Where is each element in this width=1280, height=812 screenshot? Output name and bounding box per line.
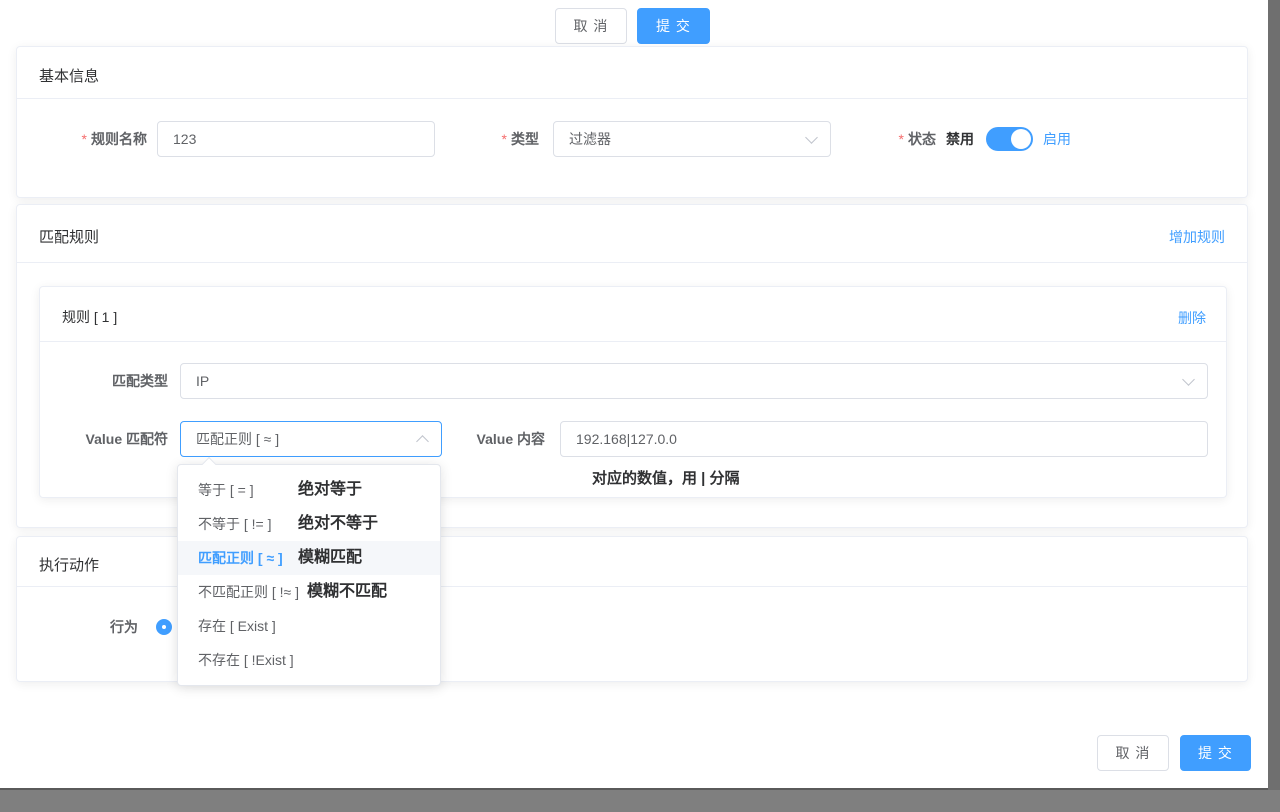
dropdown-option-3[interactable]: 不匹配正则 [ !≈ ] 模糊不匹配 bbox=[178, 575, 440, 609]
value-content-label: Value 内容 bbox=[420, 421, 545, 457]
status-on-label: 启用 bbox=[1043, 127, 1071, 151]
bottom-cancel-button[interactable]: 取 消 bbox=[1097, 735, 1169, 771]
action-title: 执行动作 bbox=[39, 554, 99, 575]
rule-name-label: *规则名称 bbox=[17, 121, 147, 157]
rule-name-input[interactable] bbox=[157, 121, 435, 157]
match-type-select[interactable]: IP bbox=[180, 363, 1208, 399]
dropdown-option-desc: 绝对不等于 bbox=[298, 507, 378, 541]
type-label: *类型 bbox=[459, 121, 539, 157]
dropdown-option-label: 存在 [ Exist ] bbox=[198, 609, 290, 643]
chevron-down-icon bbox=[805, 131, 818, 144]
dropdown-option-label: 不等于 [ != ] bbox=[198, 507, 290, 541]
add-rule-link[interactable]: 增加规则 bbox=[1169, 227, 1225, 247]
dropdown-option-desc: 模糊匹配 bbox=[298, 541, 362, 575]
type-select-value: 过滤器 bbox=[569, 122, 611, 156]
dropdown-option-5[interactable]: 不存在 [ !Exist ] bbox=[178, 643, 440, 677]
dropdown-option-label: 匹配正则 [ ≈ ] bbox=[198, 541, 290, 575]
type-select[interactable]: 过滤器 bbox=[553, 121, 831, 157]
match-type-label: 匹配类型 bbox=[40, 363, 168, 399]
required-asterisk: * bbox=[82, 131, 87, 147]
status-label: *状态 bbox=[856, 121, 936, 157]
value-matcher-select[interactable]: 匹配正则 [ ≈ ] bbox=[180, 421, 442, 457]
value-content-hint: 对应的数值，用 | 分隔 bbox=[592, 467, 740, 488]
dropdown-option-0[interactable]: 等于 [ = ] 绝对等于 bbox=[178, 473, 440, 507]
value-content-input[interactable] bbox=[560, 421, 1208, 457]
match-rules-title: 匹配规则 bbox=[39, 226, 99, 247]
chevron-down-icon bbox=[1182, 373, 1195, 386]
form-page: 取 消 提 交 基本信息 *规则名称 *类型 过滤器 *状态 禁用 启用 bbox=[0, 0, 1268, 790]
basic-info-title: 基本信息 bbox=[39, 65, 99, 86]
required-asterisk: * bbox=[899, 131, 904, 147]
vertical-scrollbar[interactable] bbox=[1268, 0, 1280, 790]
dropdown-option-label: 不存在 [ !Exist ] bbox=[198, 643, 294, 677]
basic-info-card: 基本信息 *规则名称 *类型 过滤器 *状态 禁用 启用 bbox=[16, 46, 1248, 198]
delete-rule-link[interactable]: 删除 bbox=[1178, 308, 1206, 328]
toggle-knob bbox=[1011, 129, 1031, 149]
status-off-label: 禁用 bbox=[946, 127, 974, 151]
dropdown-option-desc: 模糊不匹配 bbox=[307, 575, 387, 609]
dropdown-option-2[interactable]: 匹配正则 [ ≈ ] 模糊匹配 bbox=[178, 541, 440, 575]
behavior-radio-selected[interactable] bbox=[156, 619, 172, 635]
basic-info-header: 基本信息 bbox=[17, 47, 1247, 99]
dropdown-option-1[interactable]: 不等于 [ != ] 绝对不等于 bbox=[178, 507, 440, 541]
dropdown-option-label: 等于 [ = ] bbox=[198, 473, 290, 507]
match-type-value: IP bbox=[196, 364, 209, 398]
dropdown-options-list: 等于 [ = ] 绝对等于 不等于 [ != ] 绝对不等于 匹配正则 [ ≈ … bbox=[178, 473, 440, 677]
value-matcher-value: 匹配正则 [ ≈ ] bbox=[196, 422, 279, 456]
top-submit-button[interactable]: 提 交 bbox=[637, 8, 710, 44]
status-toggle[interactable] bbox=[986, 127, 1033, 151]
bottom-submit-button[interactable]: 提 交 bbox=[1180, 735, 1251, 771]
rule-1-title: 规则 [ 1 ] bbox=[62, 307, 117, 327]
required-asterisk: * bbox=[502, 131, 507, 147]
dropdown-option-desc: 绝对等于 bbox=[298, 473, 362, 507]
value-matcher-dropdown: 等于 [ = ] 绝对等于 不等于 [ != ] 绝对不等于 匹配正则 [ ≈ … bbox=[177, 464, 441, 686]
dropdown-option-label: 不匹配正则 [ !≈ ] bbox=[198, 575, 299, 609]
rule-1-header: 规则 [ 1 ] 删除 bbox=[40, 287, 1226, 342]
behavior-label: 行为 bbox=[57, 609, 138, 645]
radio-dot bbox=[162, 625, 166, 629]
match-rules-header: 匹配规则 增加规则 bbox=[17, 205, 1247, 263]
top-cancel-button[interactable]: 取 消 bbox=[555, 8, 627, 44]
value-matcher-label: Value 匹配符 bbox=[40, 421, 168, 457]
dropdown-option-4[interactable]: 存在 [ Exist ] bbox=[178, 609, 440, 643]
